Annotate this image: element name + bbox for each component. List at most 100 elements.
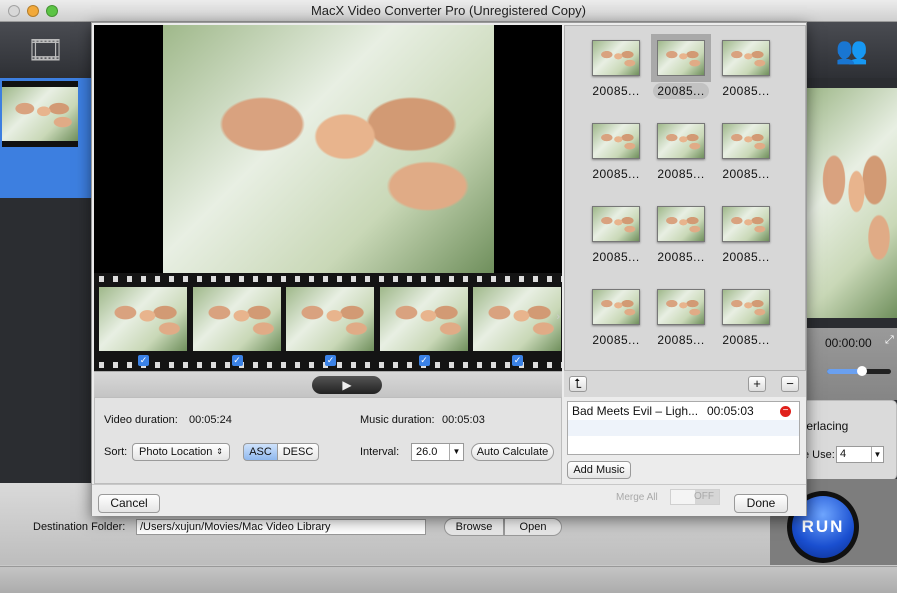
photo-thumbnail[interactable]: 20085...: [713, 40, 779, 98]
thumbnail-label: 20085...: [722, 84, 770, 98]
interval-label: Interval:: [360, 446, 400, 458]
done-button[interactable]: Done: [734, 494, 788, 513]
thumbnail-image: [651, 34, 711, 82]
thumbnail-image: [722, 289, 770, 325]
interval-field[interactable]: 26.0 ▼: [411, 443, 464, 461]
filmstrip-frame[interactable]: [473, 287, 561, 351]
fullscreen-icon[interactable]: ⤢: [885, 334, 894, 347]
merge-toggle[interactable]: OFF: [670, 489, 720, 505]
open-button[interactable]: Open: [504, 518, 562, 536]
frame-checkbox[interactable]: ✓: [512, 355, 523, 366]
photo-thumbnail[interactable]: 20085...: [583, 40, 649, 98]
slideshow-dialog: ✓ ✓ ✓ ✓ ✓ › ▶ Video duration: 00:05:24 Music…: [91, 22, 807, 516]
remove-photo-button[interactable]: −: [781, 376, 799, 392]
filmstrip-frame[interactable]: [379, 287, 468, 351]
thumbnail-image: [657, 289, 705, 325]
photo-thumbnail[interactable]: 20085...: [648, 206, 714, 264]
player-panel: 👥 00:00:00 ⤢ terlacing e Use: 4 ▼: [802, 22, 897, 483]
plus-icon: +: [753, 376, 761, 391]
thumbnail-label: 20085...: [722, 333, 770, 347]
player-time: 00:00:00: [825, 336, 872, 350]
filmstrip[interactable]: ✓ ✓ ✓ ✓ ✓ ›: [94, 273, 562, 371]
photo-thumbnail[interactable]: 20085...: [648, 123, 714, 181]
remove-music-icon[interactable]: −: [780, 406, 791, 417]
auto-calculate-button[interactable]: Auto Calculate: [471, 443, 554, 461]
film-add-icon: 🎞: [26, 33, 65, 67]
photo-thumbnail[interactable]: 20085...: [713, 289, 779, 347]
filmstrip-frame[interactable]: [286, 287, 374, 351]
sidebar-item-selected[interactable]: [0, 78, 91, 198]
play-icon: ▶: [342, 378, 352, 392]
status-bar: [0, 566, 897, 593]
people-button[interactable]: 👥: [807, 22, 897, 78]
play-bar: ▶: [94, 371, 562, 397]
cpu-use-label: e Use:: [803, 449, 835, 461]
photo-thumbnail[interactable]: 20085...: [648, 289, 714, 347]
thumbnail-label: 20085...: [592, 250, 640, 264]
thumbnail-image: [657, 206, 705, 242]
add-photo-button[interactable]: +: [748, 376, 766, 392]
up-folder-button[interactable]: ⮤: [569, 376, 587, 392]
photo-grid: 20085... 20085... 20085... 20085... 20085...…: [564, 25, 806, 371]
settings-panel: Video duration: 00:05:24 Music duration:…: [94, 397, 562, 484]
title-bar: MacX Video Converter Pro (Unregistered C…: [0, 0, 897, 22]
frame-checkbox[interactable]: ✓: [138, 355, 149, 366]
asc-button[interactable]: ASC: [243, 443, 278, 461]
thumbnail-label: 20085...: [722, 250, 770, 264]
frame-checkbox[interactable]: ✓: [325, 355, 336, 366]
preview-image: [163, 25, 494, 273]
desc-button[interactable]: DESC: [277, 443, 319, 461]
thumbnail-image: [592, 123, 640, 159]
thumbnail-image: [722, 123, 770, 159]
photo-toolbar: ⮤ + −: [564, 371, 806, 397]
music-duration: 00:05:03: [707, 404, 754, 418]
minimize-window-button[interactable]: [27, 5, 39, 17]
merge-all-label: Merge All: [616, 492, 658, 503]
frame-checkbox[interactable]: ✓: [418, 355, 430, 366]
thumbnail-image: [592, 40, 640, 76]
music-duration-label: Music duration:: [360, 414, 435, 426]
filmstrip-frame[interactable]: [192, 287, 281, 351]
sort-label: Sort:: [104, 446, 128, 458]
zoom-window-button[interactable]: [46, 5, 58, 17]
destination-field[interactable]: /Users/xujun/Movies/Mac Video Library: [136, 519, 426, 535]
sidebar: 🎞: [0, 22, 91, 483]
photo-thumbnail[interactable]: 20085...: [648, 34, 714, 99]
photo-thumbnail[interactable]: 20085...: [583, 206, 649, 264]
thumbnail-image: [592, 289, 640, 325]
thumbnail-label: 20085...: [657, 333, 705, 347]
player-preview: [807, 88, 897, 318]
video-thumbnail: [2, 81, 78, 147]
browse-button[interactable]: Browse: [444, 518, 504, 536]
photo-thumbnail[interactable]: 20085...: [713, 123, 779, 181]
minus-icon: −: [786, 376, 794, 391]
thumbnail-label: 20085...: [653, 83, 709, 99]
interval-dropdown-icon[interactable]: ▼: [449, 444, 463, 460]
thumbnail-image: [722, 206, 770, 242]
photo-thumbnail[interactable]: 20085...: [583, 289, 649, 347]
thumbnail-label: 20085...: [592, 333, 640, 347]
sort-select[interactable]: Photo Location ⇕: [132, 443, 230, 461]
photo-thumbnail[interactable]: 20085...: [583, 123, 649, 181]
filmstrip-next-icon[interactable]: ›: [556, 311, 560, 323]
cancel-button[interactable]: Cancel: [98, 494, 160, 513]
music-duration-value: 00:05:03: [442, 414, 485, 426]
thumbnail-label: 20085...: [657, 250, 705, 264]
thumbnail-label: 20085...: [657, 167, 705, 181]
add-video-button[interactable]: 🎞: [0, 22, 91, 78]
window-title: MacX Video Converter Pro (Unregistered C…: [310, 3, 587, 18]
up-arrow-icon: ⮤: [574, 376, 582, 391]
thumbnail-image: [722, 40, 770, 76]
add-music-button[interactable]: Add Music: [567, 461, 631, 479]
photo-thumbnail[interactable]: 20085...: [713, 206, 779, 264]
close-window-button[interactable]: [8, 5, 20, 17]
photo-preview: [94, 25, 562, 273]
frame-checkbox[interactable]: ✓: [231, 355, 243, 366]
play-button[interactable]: ▶: [312, 376, 382, 394]
volume-slider[interactable]: [827, 366, 891, 376]
music-row[interactable]: Bad Meets Evil – Ligh... 00:05:03 −: [568, 402, 799, 420]
filmstrip-frame[interactable]: [99, 287, 187, 351]
cpu-use-select[interactable]: 4 ▼: [836, 446, 884, 463]
thumbnail-image: [657, 123, 705, 159]
thumbnail-image: [592, 206, 640, 242]
